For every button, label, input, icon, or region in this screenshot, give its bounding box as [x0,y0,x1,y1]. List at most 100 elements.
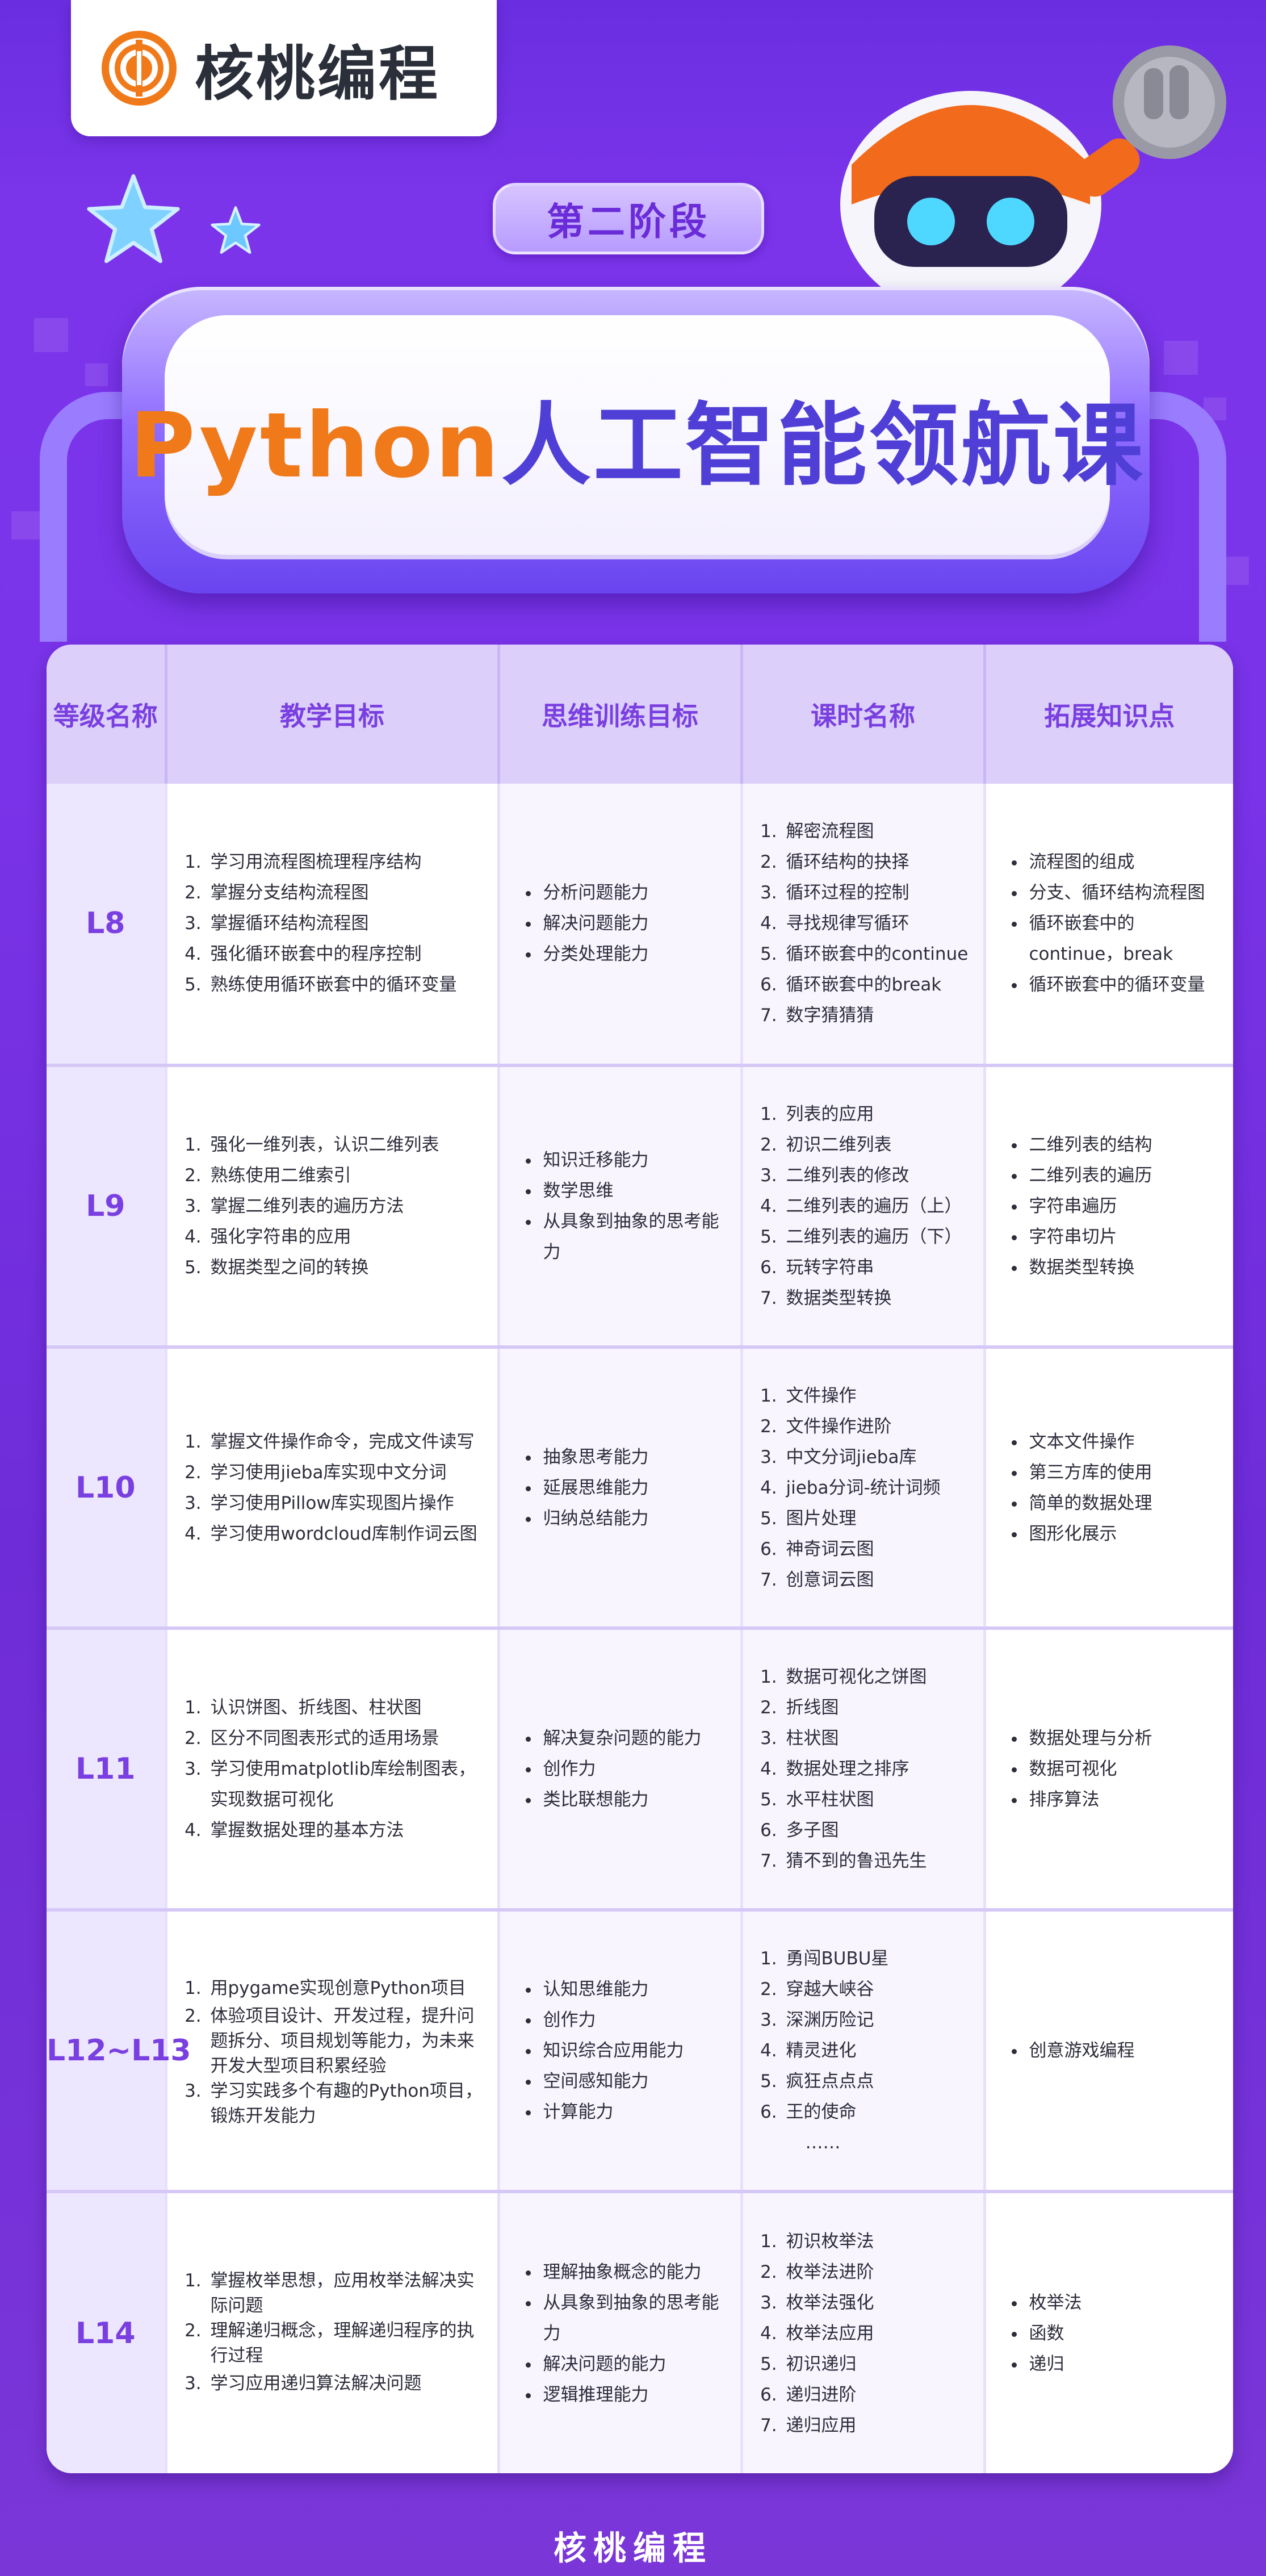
list-item: 勇闯BUBU星 [783,1943,973,1974]
list-item: 字符串遍历 [1026,1191,1223,1222]
thinking-goals: 理解抽象概念的能力 从具象到抽象的思考能力 解决问题的能力 逻辑推理能力 [498,2192,743,2473]
list-item: 认知思维能力 [540,1974,730,2005]
list-item: 强化字符串的应用 [207,1222,487,1252]
level-name: L12~L13 [47,1910,191,2194]
list-item: 初识二维列表 [783,1130,973,1160]
list-item: 排序算法 [1026,1784,1223,1815]
title-banner: Python人工智能领航课 [129,315,1143,559]
level-name: L11 [47,1628,167,1912]
list-item: 从具象到抽象的思考能力 [540,2288,730,2349]
level-name: L8 [47,784,167,1067]
list-item: 流程图的组成 [1026,847,1223,877]
list-item: 疯狂点点点 [783,2066,973,2097]
lesson-names: 文件操作 文件操作进阶 中文分词jieba库 jieba分词-统计词频 图片处理… [741,1346,986,1630]
teaching-goals: 掌握枚举思想，应用枚举法解决实际问题 理解递归概念，理解递归程序的执行过程 学习… [166,2192,500,2473]
lesson-names: 数据可视化之饼图 折线图 柱状图 数据处理之排序 水平柱状图 多子图 猜不到的鲁… [741,1628,986,1912]
list-item: 枚举法 [1026,2288,1223,2318]
table-row: L9 强化一维列表，认识二维列表 熟练使用二维索引 掌握二维列表的遍历方法 强化… [47,1065,1233,1349]
list-item: 简单的数据处理 [1026,1488,1223,1519]
list-item: 深渊历险记 [783,2005,973,2035]
list-item: 初识递归 [783,2349,973,2380]
decor-pixel [1164,341,1198,375]
list-item: 列表的应用 [783,1099,973,1130]
header-level: 等级名称 [47,645,167,784]
list-item: 数据类型转换 [1026,1252,1223,1283]
level-name: L10 [47,1346,167,1630]
list-item: 知识综合应用能力 [540,2035,730,2066]
list-item: 图形化展示 [1026,1519,1223,1549]
list-item-more: …… [805,2132,841,2153]
list-item: 二维列表的修改 [783,1160,973,1191]
brand-logo-card: 核桃编程 [71,0,497,136]
list-item: 解决复杂问题的能力 [540,1723,730,1754]
course-title-rest: 人工智能领航课 [501,393,1145,498]
level-name: L14 [47,2192,167,2473]
list-item: 精灵进化 [783,2035,973,2066]
list-item: 字符串切片 [1026,1222,1223,1252]
list-item: 学习实践多个有趣的Python项目，锻炼开发能力 [207,2079,487,2128]
stage-badge: 第二阶段 [493,183,764,254]
list-item: 掌握文件操作命令，完成文件读写 [207,1427,487,1457]
list-item: 熟练使用循环嵌套中的循环变量 [207,969,487,1000]
list-item: 理解抽象概念的能力 [540,2257,730,2288]
list-item: 数据处理之排序 [783,1754,973,1784]
list-item: 创作力 [540,2005,730,2035]
header-lessons: 课时名称 [741,645,986,784]
list-item: 认识饼图、折线图、柱状图 [207,1692,487,1723]
list-item: 中文分词jieba库 [783,1442,973,1473]
list-item: 数字猜猜猜 [783,1000,973,1031]
list-item: 分析问题能力 [540,877,730,908]
table-row: L8 学习用流程图梳理程序结构 掌握分支结构流程图 掌握循环结构流程图 强化循环… [47,784,1233,1067]
thinking-goals: 知识迁移能力 数学思维 从具象到抽象的思考能力 [498,1065,743,1349]
list-item: 枚举法强化 [783,2288,973,2318]
list-item: 文件操作进阶 [783,1411,973,1442]
list-item: 知识迁移能力 [540,1145,730,1176]
list-item: 图片处理 [783,1503,973,1534]
list-item: 分支、循环结构流程图 [1026,877,1223,908]
star-icon [87,174,180,264]
decor-pixel [85,363,108,386]
list-item: 数据类型转换 [783,1283,973,1314]
list-item: 解密流程图 [783,816,973,847]
list-item: 数据可视化 [1026,1754,1223,1784]
extension-points: 创意游戏编程 [984,1910,1233,2194]
list-item: 循环过程的控制 [783,877,973,908]
list-item: 递归 [1026,2349,1223,2380]
list-item: 递归进阶 [783,2380,973,2410]
decor-pixel [34,318,68,352]
footer-brand: 核桃编程 [553,2529,712,2567]
list-item: 掌握枚举思想，应用枚举法解决实际问题 [207,2268,487,2318]
list-item: 分类处理能力 [540,939,730,969]
table-header-row: 等级名称 教学目标 思维训练目标 课时名称 拓展知识点 [47,645,1233,784]
list-item: 学习用流程图梳理程序结构 [207,847,487,877]
star-icon [211,206,261,254]
extension-points: 文本文件操作 第三方库的使用 简单的数据处理 图形化展示 [984,1346,1233,1630]
teaching-goals: 掌握文件操作命令，完成文件读写 学习使用jieba库实现中文分词 学习使用Pil… [166,1346,500,1630]
list-item: 玩转字符串 [783,1252,973,1283]
list-item: 二维列表的结构 [1026,1130,1223,1160]
course-title: Python人工智能领航课 [129,373,1145,503]
thinking-goals: 抽象思考能力 延展思维能力 归纳总结能力 [498,1346,743,1630]
list-item: 抽象思考能力 [540,1442,730,1473]
extension-points: 流程图的组成 分支、循环结构流程图 循环嵌套中的continue，break 循… [984,784,1233,1067]
list-item: 熟练使用二维索引 [207,1160,487,1191]
teaching-goals: 用pygame实现创意Python项目 体验项目设计、开发过程，提升问题拆分、项… [166,1910,500,2194]
teaching-goals: 强化一维列表，认识二维列表 熟练使用二维索引 掌握二维列表的遍历方法 强化字符串… [166,1065,500,1349]
list-item: jieba分词-统计词频 [783,1473,973,1503]
course-title-python: Python [129,393,501,498]
list-item: 数据可视化之饼图 [783,1662,973,1692]
teaching-goals: 认识饼图、折线图、柱状图 区分不同图表形式的适用场景 学习使用matplotli… [166,1628,500,1912]
list-item: 柱状图 [783,1723,973,1754]
list-item: 水平柱状图 [783,1784,973,1815]
list-item: 区分不同图表形式的适用场景 [207,1723,487,1754]
curriculum-table: 等级名称 教学目标 思维训练目标 课时名称 拓展知识点 L8 学习用流程图梳理程… [47,645,1233,2473]
robot-mascot-icon [840,45,1226,301]
list-item: 王的使命 [783,2097,973,2127]
teaching-goals: 学习用流程图梳理程序结构 掌握分支结构流程图 掌握循环结构流程图 强化循环嵌套中… [166,784,500,1067]
thinking-goals: 认知思维能力 创作力 知识综合应用能力 空间感知能力 计算能力 [498,1910,743,2194]
list-item: 解决问题能力 [540,908,730,939]
list-item: 循环嵌套中的continue，break [1026,908,1223,969]
list-item: 循环嵌套中的break [783,969,973,1000]
table-row: L11 认识饼图、折线图、柱状图 区分不同图表形式的适用场景 学习使用matpl… [47,1628,1233,1912]
list-item: 创意游戏编程 [1026,2035,1223,2066]
